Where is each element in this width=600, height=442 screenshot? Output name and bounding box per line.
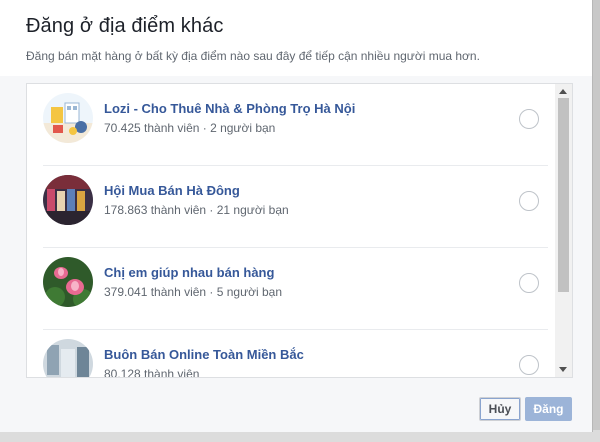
group-select-radio[interactable] — [519, 355, 539, 375]
group-avatar-buon-ban — [43, 339, 93, 377]
group-row[interactable]: Hội Mua Bán Hà Đông 178.863 thành viên ·… — [27, 166, 556, 248]
dialog-subtitle: Đăng bán mặt hàng ở bất kỳ địa điểm nào … — [26, 49, 480, 63]
post-elsewhere-dialog: Đăng ở địa điểm khác Đăng bán mặt hàng ở… — [0, 0, 593, 432]
background-page-edge — [593, 0, 600, 442]
group-list: Lozi - Cho Thuê Nhà & Phòng Trọ Hà Nội 7… — [26, 83, 573, 378]
group-select-radio[interactable] — [519, 191, 539, 211]
scroll-thumb[interactable] — [558, 98, 569, 292]
group-avatar-ha-dong — [43, 175, 93, 225]
dialog-header: Đăng ở địa điểm khác Đăng bán mặt hàng ở… — [0, 0, 592, 76]
scroll-down-arrow-icon[interactable] — [559, 367, 567, 372]
group-meta: 70.425 thành viên · 2 người bạn — [104, 121, 276, 135]
group-select-radio[interactable] — [519, 109, 539, 129]
group-row[interactable]: Buôn Bán Online Toàn Miền Bắc 80.128 thà… — [27, 330, 556, 377]
group-avatar-lozi — [43, 93, 93, 143]
group-name[interactable]: Lozi - Cho Thuê Nhà & Phòng Trọ Hà Nội — [104, 101, 355, 116]
group-name[interactable]: Hội Mua Bán Hà Đông — [104, 183, 240, 198]
group-meta: 379.041 thành viên · 5 người bạn — [104, 285, 283, 299]
group-avatar-lotus — [43, 257, 93, 307]
dialog-title: Đăng ở địa điểm khác — [26, 15, 224, 37]
group-meta: 80.128 thành viên — [104, 367, 200, 377]
group-meta: 178.863 thành viên · 21 người bạn — [104, 203, 289, 217]
scroll-up-arrow-icon[interactable] — [559, 89, 567, 94]
group-list-viewport: Lozi - Cho Thuê Nhà & Phòng Trọ Hà Nội 7… — [27, 84, 556, 377]
group-name[interactable]: Buôn Bán Online Toàn Miền Bắc — [104, 347, 304, 362]
group-select-radio[interactable] — [519, 273, 539, 293]
cancel-button[interactable]: Hủy — [479, 397, 521, 421]
group-row[interactable]: Chị em giúp nhau bán hàng 379.041 thành … — [27, 248, 556, 330]
post-button[interactable]: Đăng — [525, 397, 572, 421]
group-name[interactable]: Chị em giúp nhau bán hàng — [104, 265, 274, 280]
group-row[interactable]: Lozi - Cho Thuê Nhà & Phòng Trọ Hà Nội 7… — [27, 84, 556, 166]
list-scrollbar[interactable] — [555, 84, 572, 377]
